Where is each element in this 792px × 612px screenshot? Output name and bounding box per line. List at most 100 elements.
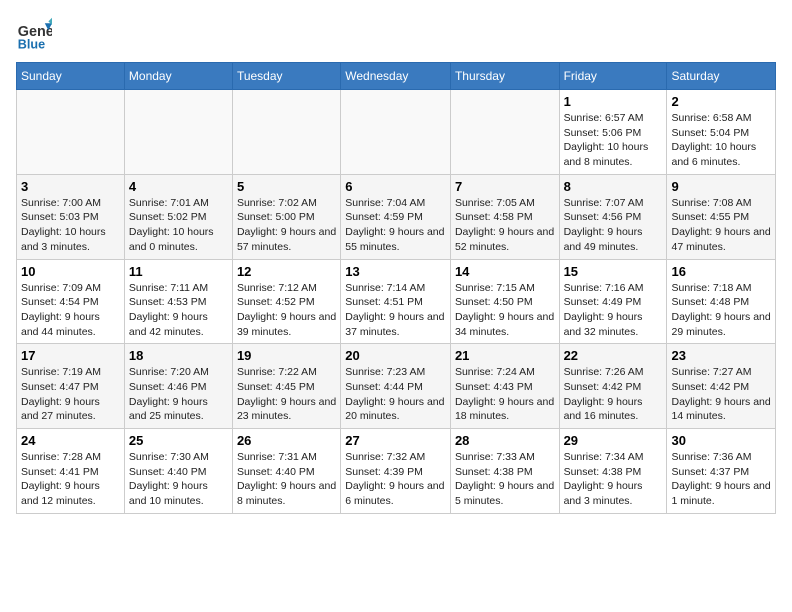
calendar-cell: 26 Sunrise: 7:31 AM Sunset: 4:40 PM Dayli…	[232, 429, 340, 514]
day-number: 26	[237, 433, 336, 448]
col-header-sunday: Sunday	[17, 63, 125, 90]
day-info: Sunrise: 7:12 AM Sunset: 4:52 PM Dayligh…	[237, 281, 336, 340]
col-header-saturday: Saturday	[667, 63, 776, 90]
calendar-week-4: 17 Sunrise: 7:19 AM Sunset: 4:47 PM Dayli…	[17, 344, 776, 429]
calendar-cell: 10Sunrise: 7:09 AM Sunset: 4:54 PM Dayli…	[17, 259, 125, 344]
calendar-cell: 29 Sunrise: 7:34 AM Sunset: 4:38 PM Dayli…	[559, 429, 667, 514]
day-info: Sunrise: 7:18 AM Sunset: 4:48 PM Dayligh…	[671, 281, 771, 340]
calendar-table: SundayMondayTuesdayWednesdayThursdayFrid…	[16, 62, 776, 514]
day-info: Sunrise: 7:22 AM Sunset: 4:45 PM Dayligh…	[237, 365, 336, 424]
day-info: Sunrise: 7:11 AM Sunset: 4:53 PM Dayligh…	[129, 281, 228, 340]
day-number: 23	[671, 348, 771, 363]
calendar-week-3: 10Sunrise: 7:09 AM Sunset: 4:54 PM Dayli…	[17, 259, 776, 344]
day-info: Sunrise: 7:19 AM Sunset: 4:47 PM Dayligh…	[21, 365, 120, 424]
day-number: 27	[345, 433, 446, 448]
day-number: 17	[21, 348, 120, 363]
calendar-cell: 17 Sunrise: 7:19 AM Sunset: 4:47 PM Dayli…	[17, 344, 125, 429]
day-number: 8	[564, 179, 663, 194]
day-info: Sunrise: 7:01 AM Sunset: 5:02 PM Dayligh…	[129, 196, 228, 255]
calendar-cell	[232, 90, 340, 175]
col-header-monday: Monday	[124, 63, 232, 90]
calendar-cell	[124, 90, 232, 175]
calendar-cell: 21 Sunrise: 7:24 AM Sunset: 4:43 PM Dayli…	[450, 344, 559, 429]
day-number: 14	[455, 264, 555, 279]
calendar-cell: 28 Sunrise: 7:33 AM Sunset: 4:38 PM Dayli…	[450, 429, 559, 514]
day-number: 30	[671, 433, 771, 448]
calendar-cell: 16Sunrise: 7:18 AM Sunset: 4:48 PM Dayli…	[667, 259, 776, 344]
day-info: Sunrise: 7:36 AM Sunset: 4:37 PM Dayligh…	[671, 450, 771, 509]
calendar-week-5: 24 Sunrise: 7:28 AM Sunset: 4:41 PM Dayli…	[17, 429, 776, 514]
day-info: Sunrise: 7:14 AM Sunset: 4:51 PM Dayligh…	[345, 281, 446, 340]
calendar-cell: 4 Sunrise: 7:01 AM Sunset: 5:02 PM Daylig…	[124, 174, 232, 259]
day-info: Sunrise: 6:58 AM Sunset: 5:04 PM Dayligh…	[671, 111, 771, 170]
day-number: 5	[237, 179, 336, 194]
calendar-cell: 19 Sunrise: 7:22 AM Sunset: 4:45 PM Dayli…	[232, 344, 340, 429]
day-number: 10	[21, 264, 120, 279]
calendar-cell: 2 Sunrise: 6:58 AM Sunset: 5:04 PM Daylig…	[667, 90, 776, 175]
day-info: Sunrise: 7:27 AM Sunset: 4:42 PM Dayligh…	[671, 365, 771, 424]
calendar-cell: 24 Sunrise: 7:28 AM Sunset: 4:41 PM Dayli…	[17, 429, 125, 514]
col-header-thursday: Thursday	[450, 63, 559, 90]
day-number: 12	[237, 264, 336, 279]
calendar-cell: 1Sunrise: 6:57 AM Sunset: 5:06 PM Daylig…	[559, 90, 667, 175]
day-number: 22	[564, 348, 663, 363]
day-number: 15	[564, 264, 663, 279]
day-info: Sunrise: 7:00 AM Sunset: 5:03 PM Dayligh…	[21, 196, 120, 255]
col-header-friday: Friday	[559, 63, 667, 90]
day-number: 20	[345, 348, 446, 363]
col-header-tuesday: Tuesday	[232, 63, 340, 90]
calendar-cell	[17, 90, 125, 175]
calendar-cell: 3 Sunrise: 7:00 AM Sunset: 5:03 PM Daylig…	[17, 174, 125, 259]
day-info: Sunrise: 7:04 AM Sunset: 4:59 PM Dayligh…	[345, 196, 446, 255]
calendar-cell: 9Sunrise: 7:08 AM Sunset: 4:55 PM Daylig…	[667, 174, 776, 259]
day-info: Sunrise: 7:05 AM Sunset: 4:58 PM Dayligh…	[455, 196, 555, 255]
calendar-cell: 23 Sunrise: 7:27 AM Sunset: 4:42 PM Dayli…	[667, 344, 776, 429]
calendar-cell: 15 Sunrise: 7:16 AM Sunset: 4:49 PM Dayli…	[559, 259, 667, 344]
day-number: 4	[129, 179, 228, 194]
calendar-cell: 5Sunrise: 7:02 AM Sunset: 5:00 PM Daylig…	[232, 174, 340, 259]
day-info: Sunrise: 7:24 AM Sunset: 4:43 PM Dayligh…	[455, 365, 555, 424]
day-number: 3	[21, 179, 120, 194]
day-number: 19	[237, 348, 336, 363]
day-number: 13	[345, 264, 446, 279]
day-info: Sunrise: 7:28 AM Sunset: 4:41 PM Dayligh…	[21, 450, 120, 509]
day-number: 25	[129, 433, 228, 448]
day-number: 2	[671, 94, 771, 109]
calendar-cell: 11 Sunrise: 7:11 AM Sunset: 4:53 PM Dayli…	[124, 259, 232, 344]
day-info: Sunrise: 7:33 AM Sunset: 4:38 PM Dayligh…	[455, 450, 555, 509]
day-info: Sunrise: 7:16 AM Sunset: 4:49 PM Dayligh…	[564, 281, 663, 340]
calendar-cell: 7 Sunrise: 7:05 AM Sunset: 4:58 PM Daylig…	[450, 174, 559, 259]
day-info: Sunrise: 7:08 AM Sunset: 4:55 PM Dayligh…	[671, 196, 771, 255]
calendar-cell: 25Sunrise: 7:30 AM Sunset: 4:40 PM Dayli…	[124, 429, 232, 514]
logo: General Blue	[16, 16, 56, 52]
calendar-cell: 20 Sunrise: 7:23 AM Sunset: 4:44 PM Dayli…	[341, 344, 451, 429]
logo-icon: General Blue	[16, 16, 52, 52]
day-info: Sunrise: 7:26 AM Sunset: 4:42 PM Dayligh…	[564, 365, 663, 424]
day-number: 24	[21, 433, 120, 448]
day-number: 28	[455, 433, 555, 448]
day-info: Sunrise: 7:23 AM Sunset: 4:44 PM Dayligh…	[345, 365, 446, 424]
day-info: Sunrise: 7:34 AM Sunset: 4:38 PM Dayligh…	[564, 450, 663, 509]
calendar-cell: 22 Sunrise: 7:26 AM Sunset: 4:42 PM Dayli…	[559, 344, 667, 429]
svg-text:Blue: Blue	[18, 37, 45, 51]
day-number: 1	[564, 94, 663, 109]
calendar-cell: 30 Sunrise: 7:36 AM Sunset: 4:37 PM Dayli…	[667, 429, 776, 514]
calendar-cell	[341, 90, 451, 175]
calendar-cell: 12 Sunrise: 7:12 AM Sunset: 4:52 PM Dayli…	[232, 259, 340, 344]
day-number: 11	[129, 264, 228, 279]
calendar-cell: 8Sunrise: 7:07 AM Sunset: 4:56 PM Daylig…	[559, 174, 667, 259]
day-number: 29	[564, 433, 663, 448]
day-info: Sunrise: 7:32 AM Sunset: 4:39 PM Dayligh…	[345, 450, 446, 509]
header: General Blue	[16, 16, 776, 52]
calendar-cell: 6 Sunrise: 7:04 AM Sunset: 4:59 PM Daylig…	[341, 174, 451, 259]
day-number: 18	[129, 348, 228, 363]
day-number: 6	[345, 179, 446, 194]
calendar-cell: 27 Sunrise: 7:32 AM Sunset: 4:39 PM Dayli…	[341, 429, 451, 514]
day-info: Sunrise: 7:31 AM Sunset: 4:40 PM Dayligh…	[237, 450, 336, 509]
calendar-week-2: 3 Sunrise: 7:00 AM Sunset: 5:03 PM Daylig…	[17, 174, 776, 259]
calendar-cell: 18Sunrise: 7:20 AM Sunset: 4:46 PM Dayli…	[124, 344, 232, 429]
day-number: 7	[455, 179, 555, 194]
day-number: 21	[455, 348, 555, 363]
day-info: Sunrise: 7:15 AM Sunset: 4:50 PM Dayligh…	[455, 281, 555, 340]
calendar-cell	[450, 90, 559, 175]
